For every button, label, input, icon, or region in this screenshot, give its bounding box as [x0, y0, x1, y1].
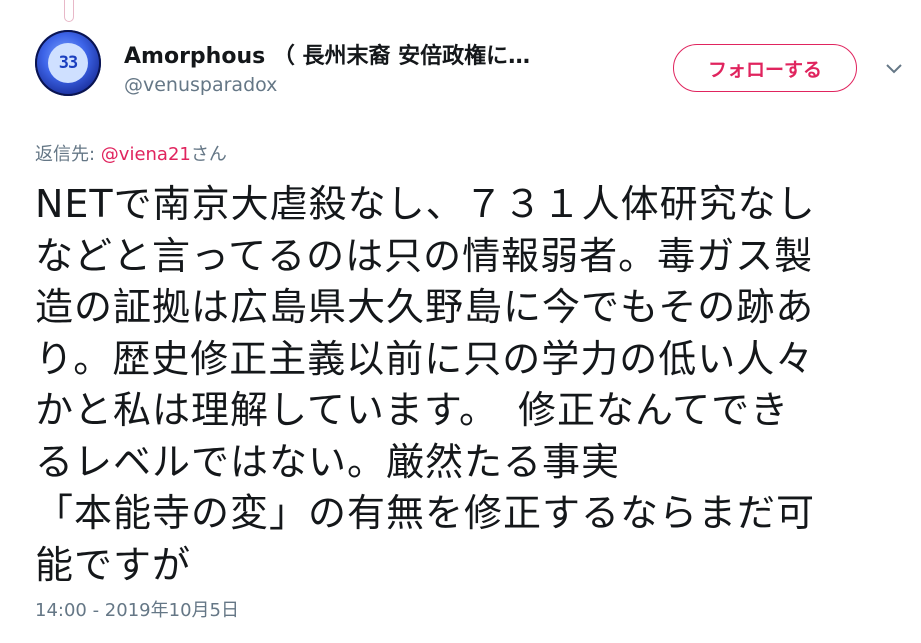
- tweet-line: NETで南京大虐殺なし、７３１人体研究なし: [35, 182, 816, 226]
- thread-connector: [64, 0, 74, 22]
- reply-context: 返信先: @viena21さん: [35, 140, 227, 166]
- tweet-line: り。歴史修正主義以前に只の学力の低い人々: [35, 336, 815, 381]
- author-handle[interactable]: @venusparadox: [124, 74, 277, 96]
- highlighted-text: 只の情報弱者: [384, 233, 619, 278]
- tweet-timestamp[interactable]: 14:00 - 2019年10月5日: [35, 596, 239, 622]
- avatar-image-text: 33: [48, 43, 88, 83]
- tweet-line: るレベルではない。厳然たる事実: [35, 439, 621, 484]
- tweet-line: 造の証拠は広島県大久野島に今でもその跡あ: [35, 285, 815, 329]
- reply-suffix: さん: [190, 144, 227, 165]
- follow-button[interactable]: フォローする: [673, 44, 857, 92]
- tweet-text: NETで南京大虐殺なし、７３１人体研究なし などと言ってるのは只の情報弱者。毒ガ…: [35, 179, 905, 591]
- highlighted-text: 歴史修正主義以前に只の学力の低い人々: [112, 336, 815, 381]
- reply-mention-link[interactable]: @viena21: [101, 144, 191, 165]
- chevron-down-icon[interactable]: [884, 58, 904, 78]
- tweet-line: 能ですが: [35, 542, 192, 587]
- tweet-line: などと言ってるのは只の情報弱者。毒ガス製: [35, 233, 814, 278]
- author-display-name[interactable]: Amorphous （ 長州末裔 安倍政権に…: [124, 38, 624, 70]
- reply-prefix: 返信先:: [35, 144, 101, 165]
- tweet-line: かと私は理解しています。 修正なんてでき: [35, 388, 790, 432]
- avatar[interactable]: 33: [35, 30, 101, 96]
- tweet-line: 「本能寺の変」の有無を修正するならまだ可: [35, 491, 816, 535]
